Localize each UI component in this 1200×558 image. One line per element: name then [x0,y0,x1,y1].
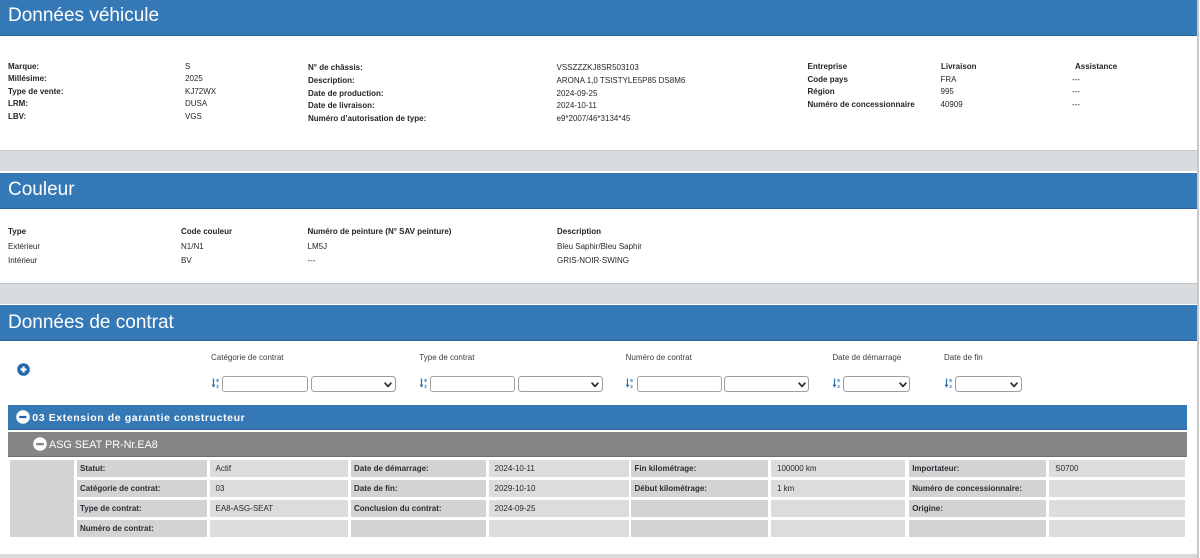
svg-text:8: 8 [949,378,952,383]
svg-text:8: 8 [424,378,427,383]
svg-text:8: 8 [837,378,840,383]
svg-text:8: 8 [216,378,219,383]
svg-text:2: 2 [630,384,633,389]
svg-text:2: 2 [216,384,219,389]
svg-text:2: 2 [424,384,427,389]
svg-text:8: 8 [630,378,633,383]
svg-text:2: 2 [949,384,952,389]
svg-text:2: 2 [837,384,840,389]
